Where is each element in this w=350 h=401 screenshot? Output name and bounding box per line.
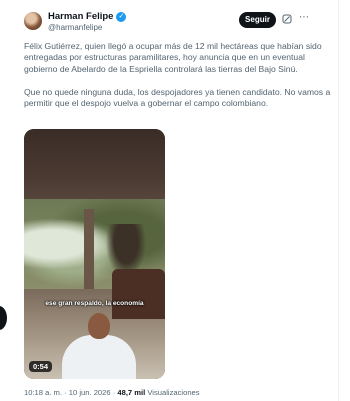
video-chair <box>112 269 165 319</box>
tweet-card: Harman Felipe ✓ @harmanfelipe Seguir ⋯ F… <box>0 0 350 401</box>
tweet-date[interactable]: 10 jun. 2026 <box>69 388 111 397</box>
column-divider <box>338 0 339 401</box>
meta-separator: · <box>64 388 67 397</box>
tweet-time[interactable]: 10:18 a. m. <box>24 388 62 397</box>
tweet-paragraph: Que no quede ninguna duda, los despojado… <box>24 86 331 109</box>
avatar[interactable] <box>24 12 42 30</box>
more-options-icon[interactable]: ⋯ <box>299 13 309 23</box>
video-caption: ese gran respaldo, la economía <box>45 300 144 307</box>
tweet-paragraph: Félix Gutiérrez, quien llegó a ocupar má… <box>24 41 322 74</box>
carousel-left-handle[interactable] <box>0 306 7 330</box>
meta-separator: · <box>112 388 116 397</box>
grok-icon[interactable] <box>282 14 292 24</box>
video-speaker-shirt <box>62 335 136 379</box>
tweet-text: Félix Gutiérrez, quien llegó a ocupar má… <box>24 41 336 121</box>
author-name-row: Harman Felipe ✓ <box>48 11 127 22</box>
author-handle[interactable]: @harmanfelipe <box>48 23 102 32</box>
author-name[interactable]: Harman Felipe <box>48 11 113 22</box>
video-ceiling <box>24 129 165 209</box>
verified-badge-icon: ✓ <box>116 11 127 22</box>
video-duration-badge: 0:54 <box>29 361 53 372</box>
video-player[interactable]: ese gran respaldo, la economía 0:54 <box>24 129 165 379</box>
views-count: 48,7 mil <box>117 388 146 397</box>
views-label: Visualizaciones <box>147 388 200 397</box>
video-speaker-head <box>88 313 110 339</box>
tweet-meta: 10:18 a. m. · 10 jun. 2026 · 48,7 mil Vi… <box>24 388 200 397</box>
follow-button[interactable]: Seguir <box>239 12 276 28</box>
